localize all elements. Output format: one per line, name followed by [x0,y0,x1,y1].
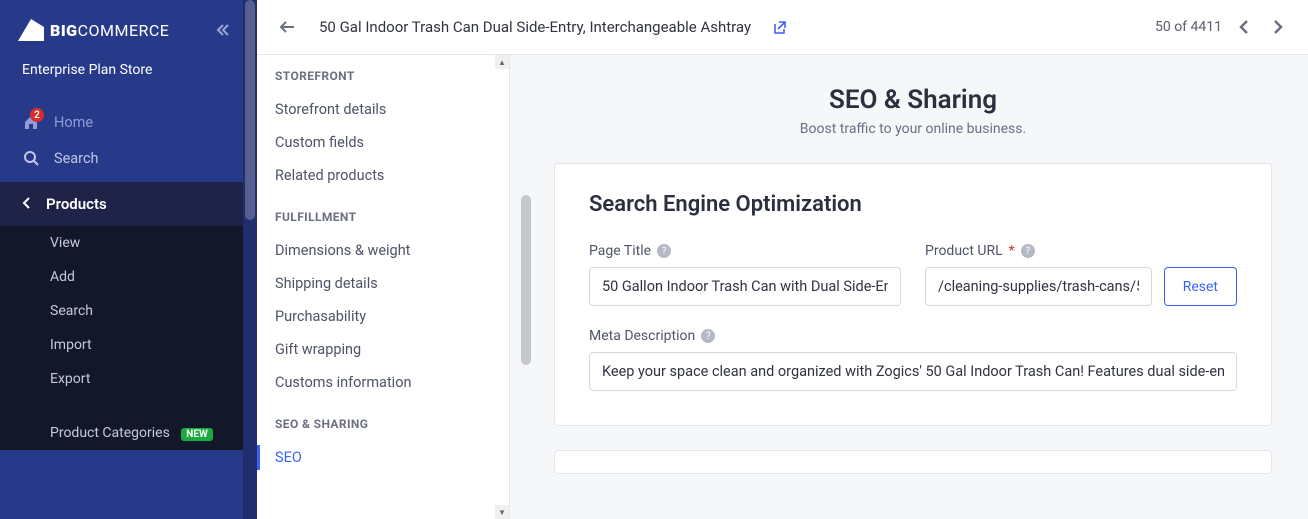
link-label: Customs information [275,374,412,391]
label-meta-description: Meta Description [589,328,695,344]
link-gift-wrapping[interactable]: Gift wrapping [257,333,509,366]
page-header: 50 Gal Indoor Trash Can Dual Side-Entry,… [257,0,1308,55]
primary-nav: Home 2 Search [0,104,257,176]
products-subnav: View Add Search Import Export Product Ca… [0,226,257,450]
label-product-url: Product URL [925,243,1003,259]
sidebar-scrollbar[interactable] [245,0,255,220]
link-related-products[interactable]: Related products [257,159,509,192]
nav-home-badge: 2 [30,108,44,122]
pager-text: 50 of 4411 [1155,19,1222,35]
external-link-icon [771,20,786,35]
brand-logo[interactable]: BIGCOMMERCE [18,19,169,41]
product-subnav: Storefront Storefront details Custom fie… [257,55,510,519]
reset-url-button[interactable]: Reset [1164,267,1237,306]
field-page-title: Page Title ? [589,243,901,306]
group-fulfillment: Fulfillment [257,210,509,234]
field-product-url: Product URL * ? Reset [925,243,1237,306]
nav-home-label: Home [54,114,93,131]
link-label: Purchasability [275,308,366,325]
open-external-button[interactable] [769,18,787,36]
store-name: Enterprise Plan Store [0,62,257,104]
link-label: Custom fields [275,134,364,151]
content-heading: SEO & Sharing [554,85,1272,115]
subnav-view-label: View [50,235,80,251]
link-label: Related products [275,167,384,184]
card-title: Search Engine Optimization [589,192,1237,217]
subnav-view[interactable]: View [0,226,257,260]
link-label: Storefront details [275,101,386,118]
field-meta-description: Meta Description ? [589,328,1237,391]
brand-big: BIG [50,21,78,40]
required-mark: * [1009,243,1015,259]
nav-search-label: Search [54,150,99,167]
link-label: Shipping details [275,275,378,292]
search-icon [22,149,40,167]
section-products-label: Products [46,195,107,213]
chevron-left-icon [22,195,32,213]
mid-scroll-down[interactable]: ▼ [495,505,509,519]
subnav-search[interactable]: Search [0,294,257,328]
link-customs[interactable]: Customs information [257,366,509,399]
link-label: Gift wrapping [275,341,361,358]
main-sidebar: BIGCOMMERCE Enterprise Plan Store Home 2… [0,0,257,519]
subnav-export-label: Export [50,371,90,387]
section-products[interactable]: Products [0,182,257,226]
link-custom-fields[interactable]: Custom fields [257,126,509,159]
link-label: SEO [275,449,302,466]
link-shipping[interactable]: Shipping details [257,267,509,300]
subnav-search-label: Search [50,303,93,319]
group-storefront: Storefront [257,69,509,93]
brand-commerce: COMMERCE [78,21,170,40]
page-title: 50 Gal Indoor Trash Can Dual Side-Entry,… [319,18,751,36]
chevron-double-left-icon [215,22,231,38]
subnav-import-label: Import [50,337,92,353]
link-storefront-details[interactable]: Storefront details [257,93,509,126]
help-icon[interactable]: ? [701,329,715,343]
logo-row: BIGCOMMERCE [0,0,257,62]
link-purchasability[interactable]: Purchasability [257,300,509,333]
nav-home[interactable]: Home 2 [0,104,257,140]
help-icon[interactable]: ? [657,244,671,258]
subnav-categories-label: Product Categories [50,425,170,441]
new-badge: NEW [181,428,212,441]
input-product-url[interactable] [925,267,1152,306]
next-card-peek [554,450,1272,474]
pager-prev[interactable] [1232,15,1256,39]
subnav-categories[interactable]: Product Categories NEW [0,416,257,450]
collapse-sidebar-button[interactable] [211,18,235,42]
logo-icon [18,19,44,41]
label-page-title: Page Title [589,243,651,259]
subnav-import[interactable]: Import [0,328,257,362]
link-dimensions[interactable]: Dimensions & weight [257,234,509,267]
link-label: Dimensions & weight [275,242,410,259]
arrow-left-icon [278,18,296,36]
back-button[interactable] [275,15,299,39]
link-seo[interactable]: SEO [257,441,509,474]
chevron-right-icon [1272,19,1284,35]
chevron-left-icon [1238,19,1250,35]
mid-scroll-up[interactable]: ▲ [495,55,509,69]
content-subtitle: Boost traffic to your online business. [554,121,1272,137]
group-seo-sharing: SEO & Sharing [257,417,509,441]
subnav-export[interactable]: Export [0,362,257,396]
seo-card: Search Engine Optimization Page Title ? … [554,163,1272,426]
pager: 50 of 4411 [1155,15,1290,39]
input-page-title[interactable] [589,267,901,306]
subnav-add[interactable]: Add [0,260,257,294]
pager-next[interactable] [1266,15,1290,39]
content-scrollbar[interactable] [521,195,531,365]
content-area: SEO & Sharing Boost traffic to your onli… [510,55,1308,519]
help-icon[interactable]: ? [1021,244,1035,258]
nav-search[interactable]: Search [0,140,257,176]
subnav-add-label: Add [50,269,75,285]
input-meta-description[interactable] [589,352,1237,391]
